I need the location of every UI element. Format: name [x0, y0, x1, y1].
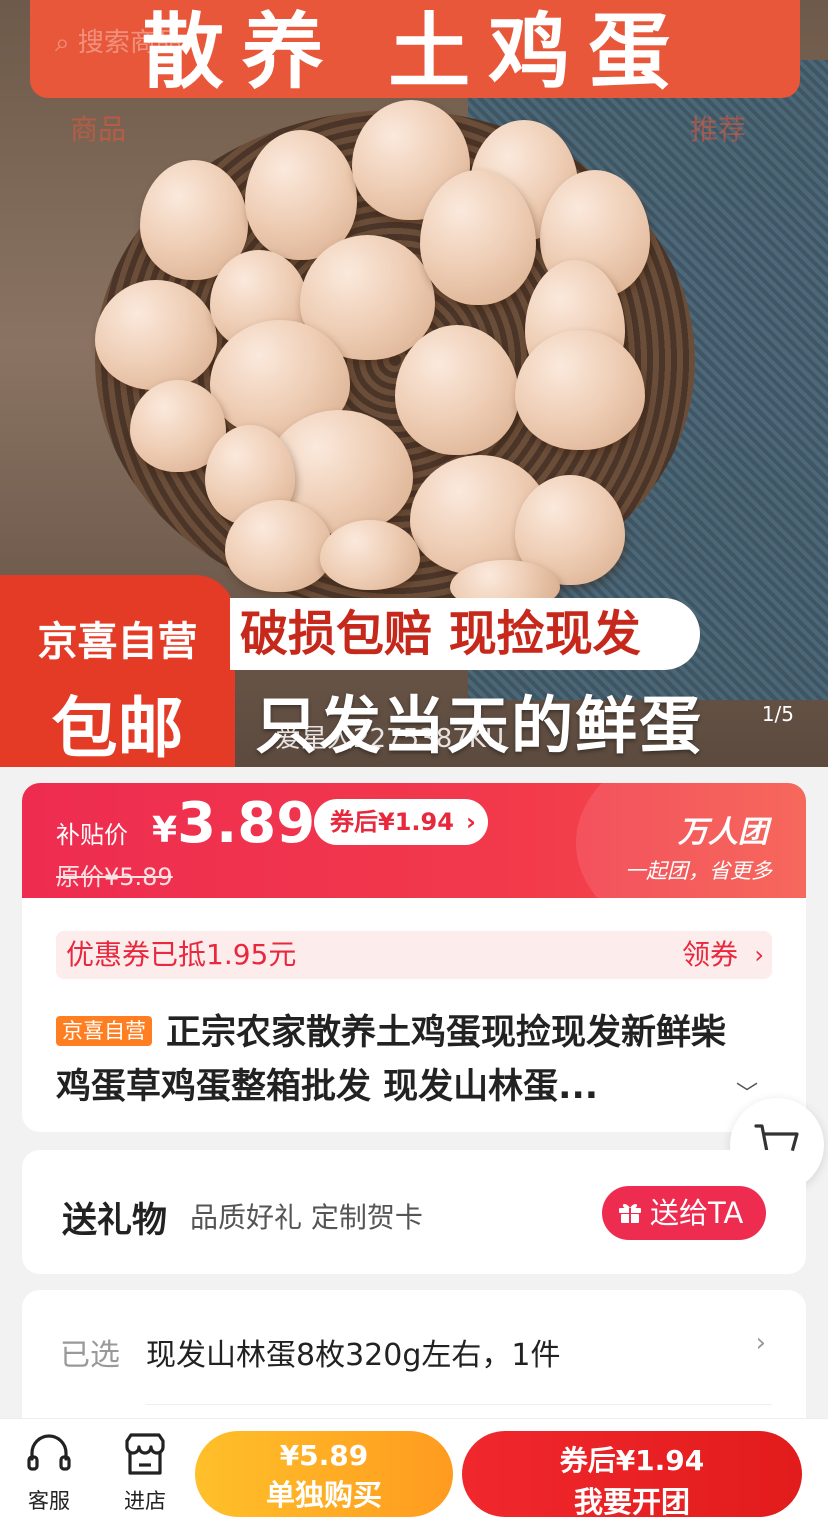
chevron-right-icon: ›: [755, 1328, 766, 1358]
store-icon: [125, 1433, 165, 1475]
hero-banner-text: 散养 土鸡蛋: [141, 4, 689, 100]
gift-icon: [619, 1203, 641, 1223]
selected-label: 已选: [60, 1338, 120, 1373]
divider: [146, 1404, 772, 1405]
customer-service-button[interactable]: 客服: [14, 1433, 84, 1515]
coupon-price-pill[interactable]: 券后¥1.94 ›: [314, 799, 488, 845]
promo-store-box: 京喜自营 包邮: [0, 575, 235, 767]
start-group-price: 券后¥1.94: [559, 1444, 705, 1477]
ghost-tab-product: 商品: [70, 113, 127, 146]
ghost-search-text: 搜索商品: [77, 28, 182, 58]
watermark: 爱星人2275387KU: [275, 724, 505, 754]
product-image-carousel[interactable]: 散养 土鸡蛋 ⌕ 搜索商品 商品 推荐 京喜自营 包邮 破损包赔 现捡现发 只发…: [0, 0, 828, 767]
currency-symbol: ¥: [152, 810, 178, 851]
egg: [320, 520, 420, 590]
start-group-button[interactable]: 券后¥1.94 我要开团: [462, 1431, 802, 1519]
start-group-label: 我要开团: [573, 1485, 690, 1519]
product-page: 散养 土鸡蛋 ⌕ 搜索商品 商品 推荐 京喜自营 包邮 破损包赔 现捡现发 只发…: [0, 0, 828, 1530]
headset-icon: [27, 1434, 71, 1471]
coupon-price-text: 券后¥1.94: [330, 808, 454, 836]
store-button[interactable]: 进店: [110, 1433, 180, 1515]
current-price: ¥3.89: [152, 791, 315, 856]
price-amount: 3.89: [177, 791, 316, 856]
bottom-action-bar: 客服 进店 ¥5.89 单独购买 券后¥1.94 我要开团: [0, 1418, 828, 1530]
coupon-applied-text: 优惠券已抵1.95元: [66, 938, 297, 971]
gift-subtitle: 品质好礼 定制贺卡: [190, 1201, 423, 1234]
ghost-tab-recommend: 推荐: [690, 113, 747, 146]
send-gift-label: 送给TA: [650, 1196, 744, 1230]
promo-store: 京喜自营: [37, 619, 198, 665]
group-buy-title: 万人团: [678, 815, 768, 850]
store-badge: 京喜自营: [56, 1016, 152, 1046]
group-buy-subtitle: 一起团，省更多: [625, 859, 772, 883]
promo-shipping: 包邮: [51, 690, 184, 767]
original-price: 原价¥5.89: [56, 863, 173, 891]
send-gift-button[interactable]: 送给TA: [602, 1186, 766, 1240]
get-coupon-link[interactable]: 领券: [682, 931, 738, 979]
gift-title: 送礼物: [62, 1201, 168, 1241]
subsidy-label: 补贴价: [56, 821, 128, 849]
image-counter: 1/5: [761, 702, 794, 726]
buy-alone-label: 单独购买: [265, 1478, 382, 1512]
coupon-bar[interactable]: 优惠券已抵1.95元 领券 ›: [56, 931, 772, 979]
egg: [95, 280, 217, 390]
price-banner: 补贴价 ¥3.89 券后¥1.94 › 原价¥5.89 万人团 一起团，省更多: [22, 783, 806, 898]
egg: [420, 170, 536, 305]
egg: [225, 500, 333, 592]
ghost-search: ⌕ 搜索商品: [55, 22, 182, 59]
chevron-right-icon: ›: [754, 941, 764, 969]
egg: [515, 330, 645, 450]
buy-alone-button[interactable]: ¥5.89 单独购买: [195, 1431, 453, 1517]
buy-alone-price: ¥5.89: [279, 1439, 369, 1472]
egg: [395, 325, 519, 455]
customer-service-label: 客服: [28, 1489, 70, 1513]
product-title-text: 正宗农家散养土鸡蛋现捡现发新鲜柴鸡蛋草鸡蛋整箱批发 现发山林蛋...: [56, 1013, 727, 1107]
product-title: 京喜自营 正宗农家散养土鸡蛋现捡现发新鲜柴鸡蛋草鸡蛋整箱批发 现发山林蛋...: [56, 1006, 746, 1114]
search-icon: ⌕: [55, 28, 70, 58]
product-info-card: 优惠券已抵1.95元 领券 › 京喜自营 正宗农家散养土鸡蛋现捡现发新鲜柴鸡蛋草鸡…: [22, 898, 806, 1132]
promo-guarantee: 破损包赔 现捡现发: [230, 598, 700, 670]
gift-card: 送礼物 品质好礼 定制贺卡 送给TA: [22, 1150, 806, 1274]
store-label: 进店: [124, 1489, 166, 1513]
chevron-right-icon: ›: [466, 808, 476, 836]
selected-value: 现发山林蛋8枚320g左右，1件: [146, 1338, 561, 1373]
